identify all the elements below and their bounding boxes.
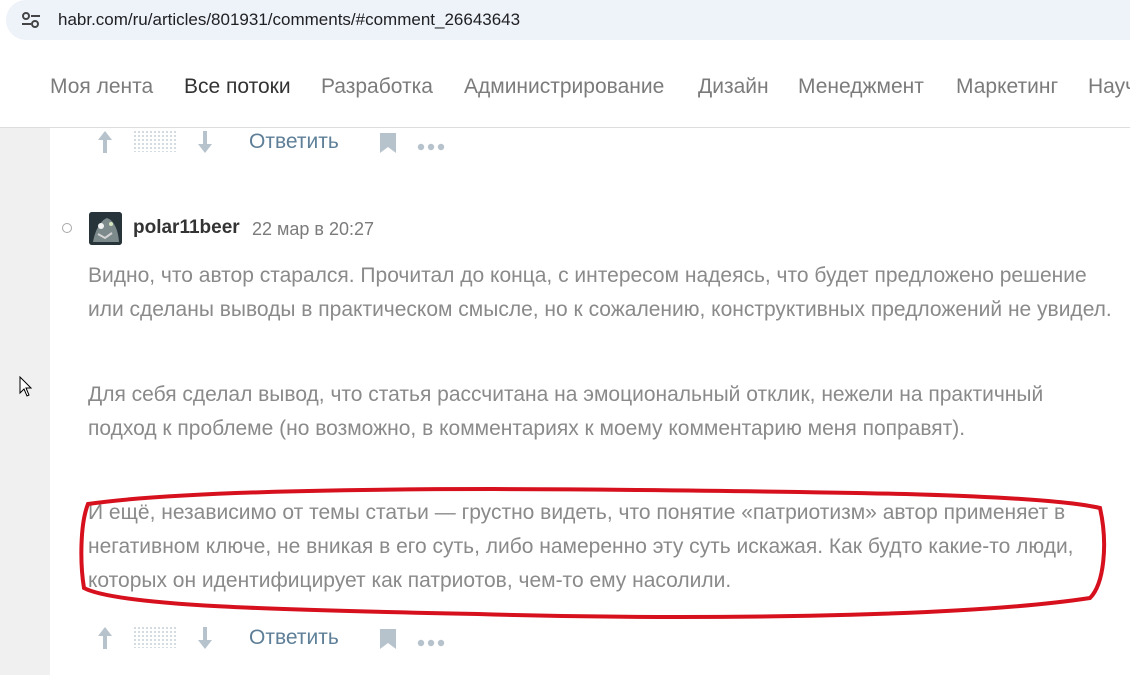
tune-icon[interactable] bbox=[20, 10, 42, 30]
nav-item-marketing[interactable]: Маркетинг bbox=[956, 75, 1058, 99]
nav-item-design[interactable]: Дизайн bbox=[698, 75, 769, 99]
nav-item-my-feed[interactable]: Моя лента bbox=[50, 75, 153, 99]
rating-hidden-icon bbox=[133, 626, 177, 653]
rating-hidden-icon bbox=[133, 130, 177, 157]
nav-item-all-flows[interactable]: Все потоки bbox=[184, 75, 291, 99]
comment-author[interactable]: polar11beer bbox=[133, 217, 240, 239]
vote-down-icon[interactable] bbox=[197, 626, 213, 655]
url-field[interactable]: habr.com/ru/articles/801931/comments/#co… bbox=[6, 0, 1130, 40]
mouse-cursor-icon bbox=[19, 375, 33, 398]
highlight-ellipse bbox=[79, 487, 1107, 619]
url-text[interactable]: habr.com/ru/articles/801931/comments/#co… bbox=[58, 10, 520, 30]
previous-comment-actions: Ответить bbox=[95, 128, 475, 156]
avatar[interactable] bbox=[89, 212, 122, 245]
reply-button[interactable]: Ответить bbox=[249, 130, 339, 154]
vote-up-icon[interactable] bbox=[97, 130, 113, 159]
bookmark-icon[interactable] bbox=[379, 132, 397, 159]
more-options-icon[interactable] bbox=[417, 138, 445, 156]
comment-paragraph-1: Видно, что автор старался. Прочитал до к… bbox=[88, 264, 1112, 321]
nav-item-development[interactable]: Разработка bbox=[321, 75, 433, 99]
vote-down-icon[interactable] bbox=[197, 130, 213, 159]
bookmark-icon[interactable] bbox=[379, 628, 397, 655]
more-options-icon[interactable] bbox=[417, 634, 445, 652]
nav-item-management[interactable]: Менеджмент bbox=[798, 75, 924, 99]
comment-actions: Ответить bbox=[95, 624, 475, 652]
comment-paragraph-2: Для себя сделал вывод, что статья рассчи… bbox=[88, 383, 1044, 440]
vote-up-icon[interactable] bbox=[97, 626, 113, 655]
thread-bullet bbox=[62, 223, 72, 233]
nav-item-admin[interactable]: Администрирование bbox=[464, 75, 664, 99]
comment-timestamp[interactable]: 22 мар в 20:27 bbox=[252, 219, 374, 240]
flows-nav: Моя лента Все потоки Разработка Админист… bbox=[0, 48, 1130, 128]
nav-item-popsci[interactable]: Научпоп bbox=[1088, 75, 1130, 99]
reply-button[interactable]: Ответить bbox=[249, 626, 339, 650]
browser-address-bar: habr.com/ru/articles/801931/comments/#co… bbox=[0, 0, 1130, 48]
